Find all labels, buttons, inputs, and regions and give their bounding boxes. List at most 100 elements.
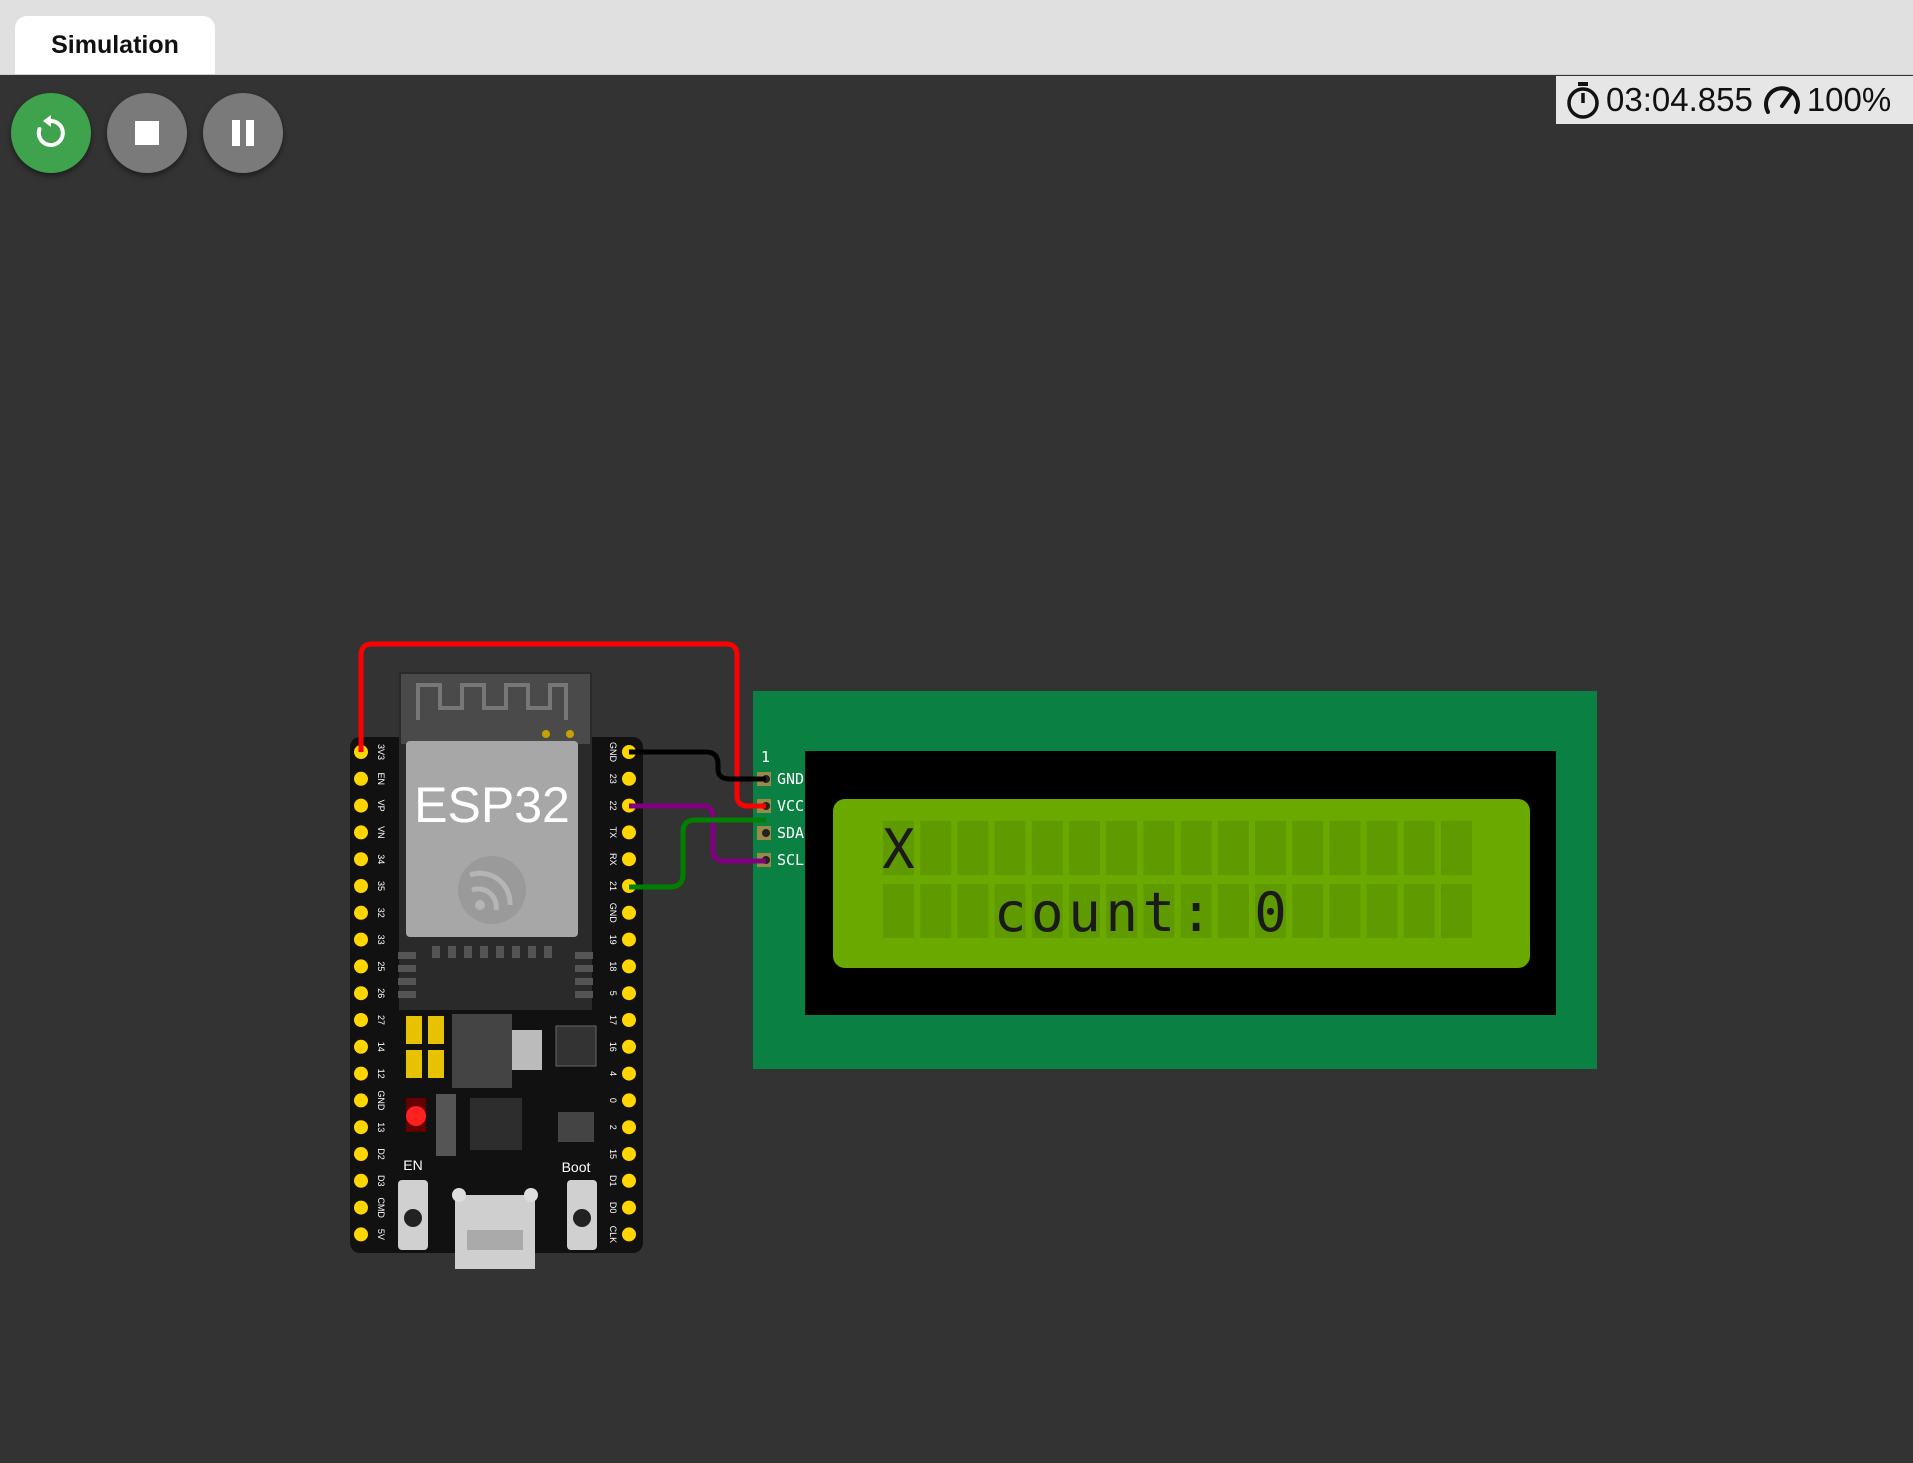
esp32-pin-gnd[interactable] bbox=[354, 1093, 368, 1108]
esp32-pin-label: GND bbox=[376, 1090, 386, 1111]
esp32-pin-label: 34 bbox=[376, 854, 386, 864]
esp32-pin-label: 32 bbox=[376, 908, 386, 918]
esp32-pin-label: 0 bbox=[608, 1098, 618, 1103]
esp32-pin-label: 22 bbox=[608, 801, 618, 811]
esp32-pin-label: 18 bbox=[608, 961, 618, 971]
lcd-pin-label: SDA bbox=[777, 824, 804, 842]
lcd-cell bbox=[1106, 821, 1138, 875]
esp32-pin-label: 25 bbox=[376, 961, 386, 971]
esp32-pin-label: CMD bbox=[376, 1197, 386, 1218]
esp32-pin-label: 5V bbox=[376, 1229, 386, 1240]
en-button-label: EN bbox=[403, 1157, 422, 1173]
lcd-cell bbox=[957, 884, 989, 938]
lcd-cell bbox=[883, 884, 914, 938]
esp32-pin-18[interactable] bbox=[622, 959, 636, 974]
esp32-pin-label: 2 bbox=[608, 1125, 618, 1130]
esp32-pin-label: RX bbox=[608, 853, 618, 866]
lcd-pin-label: GND bbox=[777, 770, 804, 788]
esp32-pin-label: 5 bbox=[608, 991, 618, 996]
esp32-pin-2[interactable] bbox=[622, 1120, 636, 1135]
esp32-pin-label: 13 bbox=[376, 1122, 386, 1132]
esp32-pin-label: 27 bbox=[376, 1015, 386, 1025]
wire-gnd-gnd[interactable] bbox=[629, 749, 766, 782]
esp32-pin-5[interactable] bbox=[622, 986, 636, 1001]
esp32-pin-tx[interactable] bbox=[622, 825, 636, 840]
esp32-pin-label: 16 bbox=[608, 1042, 618, 1052]
lcd-cell bbox=[1069, 821, 1100, 875]
esp32-pin-label: EN bbox=[376, 773, 386, 786]
lcd-cell bbox=[1329, 884, 1361, 938]
esp32-pin-19[interactable] bbox=[622, 932, 636, 947]
lcd-cell bbox=[1143, 821, 1175, 875]
esp32-pin-label: 3V3 bbox=[376, 744, 386, 760]
esp32-pin-14[interactable] bbox=[354, 1039, 368, 1054]
esp32-pin-17[interactable] bbox=[622, 1013, 636, 1027]
esp32-pin-label: 12 bbox=[376, 1069, 386, 1079]
esp32-pin-vp[interactable] bbox=[354, 798, 368, 813]
esp32-pin-34[interactable] bbox=[354, 852, 368, 867]
esp32-pin-35[interactable] bbox=[354, 879, 368, 893]
lcd-character: t bbox=[1143, 881, 1176, 944]
esp32-pin-clk[interactable] bbox=[622, 1227, 636, 1242]
lcd-cell bbox=[1031, 821, 1063, 875]
lcd-cell bbox=[920, 821, 952, 875]
esp32-pin-12[interactable] bbox=[354, 1066, 368, 1081]
esp32-pin-d3[interactable] bbox=[354, 1173, 368, 1188]
lcd-1602-display[interactable]: Xc o u n t:0 1 GND VCC SDA SCL bbox=[753, 691, 1597, 1069]
lcd-cell bbox=[1403, 821, 1435, 875]
lcd-cell bbox=[920, 884, 952, 938]
lcd-cell bbox=[1366, 884, 1398, 938]
esp32-pin-vn[interactable] bbox=[354, 825, 368, 840]
esp32-pin-25[interactable] bbox=[354, 959, 368, 974]
esp32-pin-15[interactable] bbox=[622, 1147, 636, 1161]
esp32-pin-26[interactable] bbox=[354, 986, 368, 1001]
lcd-character: o bbox=[1031, 881, 1064, 944]
esp32-pin-d1[interactable] bbox=[622, 1173, 636, 1188]
lcd-cell bbox=[1217, 884, 1249, 938]
lcd-cell bbox=[1441, 821, 1472, 875]
lcd-cell bbox=[1403, 884, 1435, 938]
lcd-cell bbox=[1329, 821, 1361, 875]
circuit-canvas: ESP32 EN Boot 3V3ENVPVN34353233252627141… bbox=[350, 641, 1597, 1269]
esp32-pin-27[interactable] bbox=[354, 1013, 368, 1027]
esp32-pin-label: D2 bbox=[376, 1148, 386, 1160]
esp32-pin-23[interactable] bbox=[622, 771, 636, 786]
esp32-pin-rx[interactable] bbox=[622, 852, 636, 867]
esp32-pin-d2[interactable] bbox=[354, 1147, 368, 1161]
esp32-pin-cmd[interactable] bbox=[354, 1200, 368, 1215]
esp32-pin-0[interactable] bbox=[622, 1093, 636, 1108]
esp32-pin-5v[interactable] bbox=[354, 1227, 368, 1242]
lcd-character: X bbox=[882, 818, 915, 881]
esp32-pin-label: TX bbox=[608, 827, 618, 839]
esp32-pin-33[interactable] bbox=[354, 932, 368, 947]
wire-22-scl[interactable] bbox=[629, 803, 766, 864]
esp32-pin-label: 26 bbox=[376, 988, 386, 998]
lcd-cell bbox=[957, 821, 989, 875]
lcd-character: n bbox=[1105, 881, 1138, 944]
esp32-pin-label: D3 bbox=[376, 1175, 386, 1187]
lcd-pin-label: VCC bbox=[777, 797, 804, 815]
lcd-cell bbox=[1217, 821, 1249, 875]
chip-label: ESP32 bbox=[414, 777, 570, 833]
esp32-board[interactable]: ESP32 EN Boot 3V3ENVPVN34353233252627141… bbox=[350, 672, 643, 1269]
lcd-pin-label: SCL bbox=[777, 851, 804, 869]
esp32-pin-label: 14 bbox=[376, 1042, 386, 1052]
esp32-pin-label: 17 bbox=[608, 1015, 618, 1025]
lcd-cell bbox=[1292, 821, 1324, 875]
esp32-pin-13[interactable] bbox=[354, 1120, 368, 1135]
esp32-pin-en[interactable] bbox=[354, 771, 368, 786]
esp32-pin-label: GND bbox=[608, 742, 618, 763]
esp32-pin-label: D0 bbox=[608, 1202, 618, 1214]
esp32-pin-label: 33 bbox=[376, 935, 386, 945]
lcd-character: c bbox=[994, 881, 1027, 944]
boot-button-label: Boot bbox=[562, 1159, 591, 1175]
wire-21-sda[interactable] bbox=[629, 817, 766, 890]
esp32-pin-label: 15 bbox=[608, 1149, 618, 1159]
lcd-character: 0 bbox=[1254, 881, 1287, 944]
esp32-pin-4[interactable] bbox=[622, 1066, 636, 1081]
esp32-pin-d0[interactable] bbox=[622, 1200, 636, 1215]
esp32-pin-16[interactable] bbox=[622, 1039, 636, 1054]
esp32-pin-32[interactable] bbox=[354, 905, 368, 920]
esp32-pin-label: D1 bbox=[608, 1175, 618, 1187]
esp32-pin-gnd[interactable] bbox=[622, 905, 636, 920]
